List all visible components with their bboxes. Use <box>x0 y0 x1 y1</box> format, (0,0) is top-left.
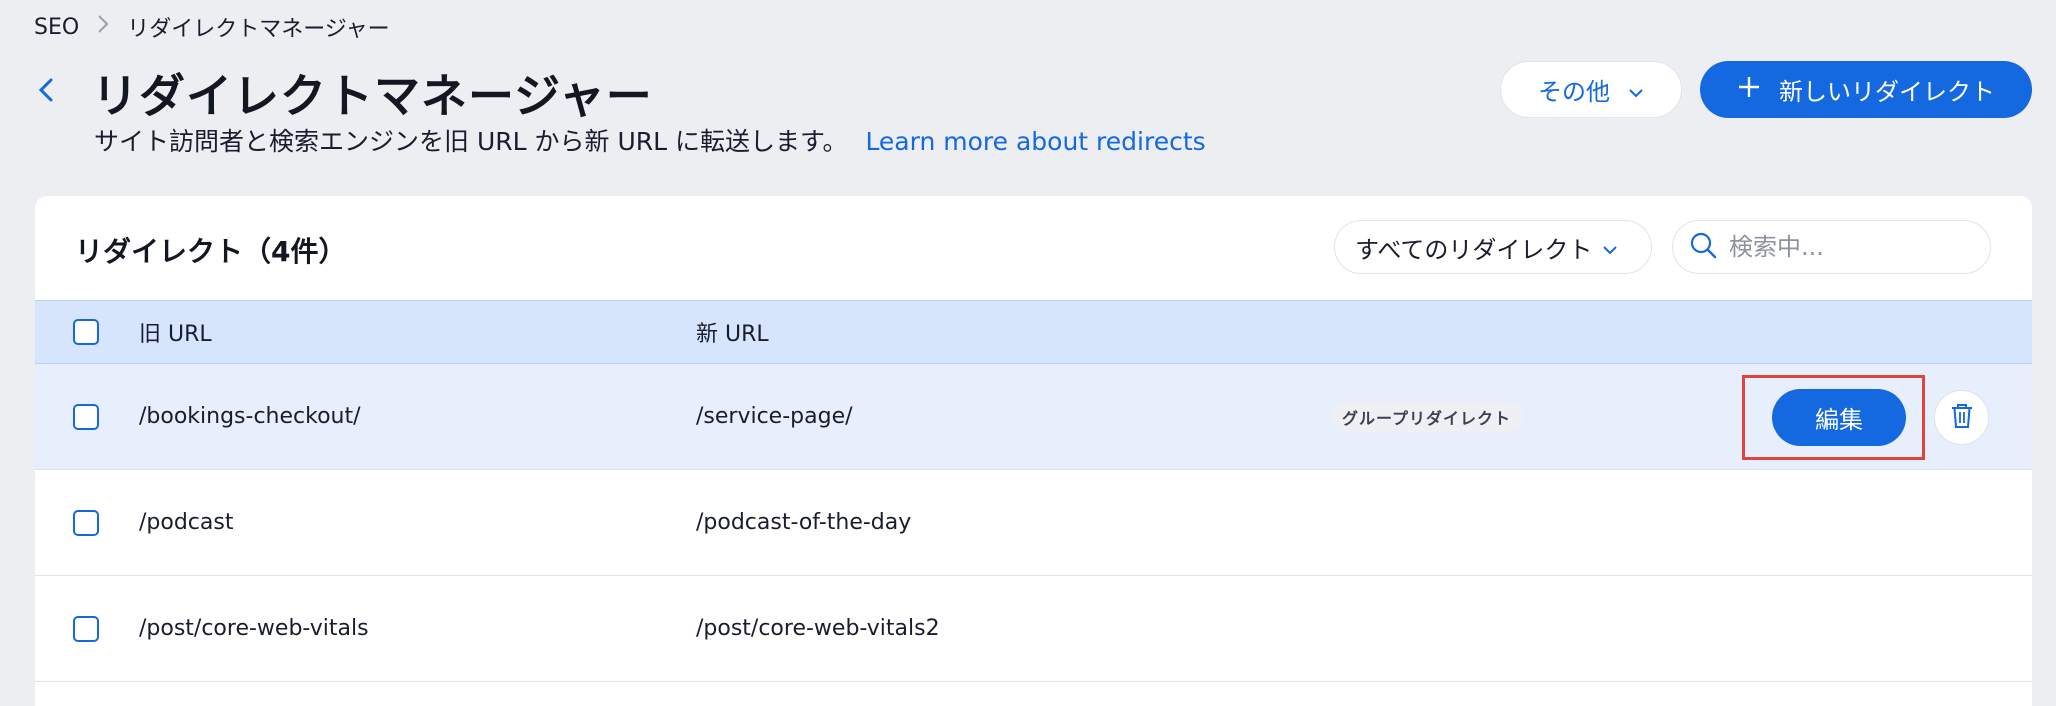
old-url-cell: /podcast <box>139 510 234 535</box>
old-url-cell: /bookings-checkout/ <box>139 404 361 429</box>
back-button[interactable] <box>28 72 64 112</box>
edit-button[interactable]: 編集 <box>1772 389 1906 446</box>
filter-label: すべてのリダイレクト <box>1355 235 1593 264</box>
table-row[interactable]: /bookings-checkout/ /service-page/ グループリ… <box>35 364 2032 470</box>
card-title: リダイレクト（4件） <box>75 235 347 268</box>
select-all-checkbox[interactable] <box>73 319 99 345</box>
row-checkbox[interactable] <box>73 615 99 642</box>
new-url-cell: /post/core-web-vitals2 <box>696 616 940 641</box>
trash-icon <box>1951 403 1973 433</box>
table-header-row: 旧 URL 新 URL <box>35 300 2032 364</box>
row-checkbox[interactable] <box>73 509 99 536</box>
redirect-filter-select[interactable]: すべてのリダイレクト <box>1334 220 1652 274</box>
learn-more-link[interactable]: Learn more about redirects <box>865 127 1205 156</box>
breadcrumb-root[interactable]: SEO <box>34 15 79 40</box>
chevron-down-icon <box>1628 76 1644 104</box>
search-icon <box>1689 231 1717 263</box>
more-actions-button[interactable]: その他 <box>1500 61 1682 118</box>
breadcrumb: SEO リダイレクトマネージャー <box>34 12 390 43</box>
table-row[interactable]: /post/core-web-vitals /post/core-web-vit… <box>35 576 2032 682</box>
search-input[interactable] <box>1729 233 1969 261</box>
new-url-cell: /service-page/ <box>696 404 853 429</box>
old-url-cell: /post/core-web-vitals <box>139 616 369 641</box>
plus-icon <box>1737 75 1761 105</box>
card-header: リダイレクト（4件） すべてのリダイレクト <box>35 196 2032 300</box>
subtitle-text: サイト訪問者と検索エンジンを旧 URL から新 URL に転送します。 <box>94 127 848 156</box>
row-checkbox[interactable] <box>73 403 99 430</box>
chevron-down-icon <box>1602 233 1618 261</box>
group-redirect-badge: グループリダイレクト <box>1330 402 1524 432</box>
column-header-new-url: 新 URL <box>696 322 769 347</box>
chevron-right-icon <box>97 14 109 40</box>
page-title: リダイレクトマネージャー <box>92 69 653 123</box>
column-header-old-url: 旧 URL <box>139 322 212 347</box>
page-subtitle: サイト訪問者と検索エンジンを旧 URL から新 URL に転送します。 Lear… <box>94 122 1206 158</box>
more-label: その他 <box>1538 78 1610 106</box>
search-box[interactable] <box>1672 220 1991 274</box>
chevron-left-icon <box>38 77 54 107</box>
new-url-cell: /podcast-of-the-day <box>696 510 912 535</box>
new-redirect-button[interactable]: 新しいリダイレクト <box>1700 61 2032 118</box>
breadcrumb-current: リダイレクトマネージャー <box>127 17 390 42</box>
delete-button[interactable] <box>1934 390 1989 445</box>
redirects-card: リダイレクト（4件） すべてのリダイレクト 旧 URL 新 URL /booki… <box>35 196 2032 706</box>
table-row[interactable]: /podcast /podcast-of-the-day <box>35 470 2032 576</box>
new-redirect-label: 新しいリダイレクト <box>1779 78 1995 106</box>
